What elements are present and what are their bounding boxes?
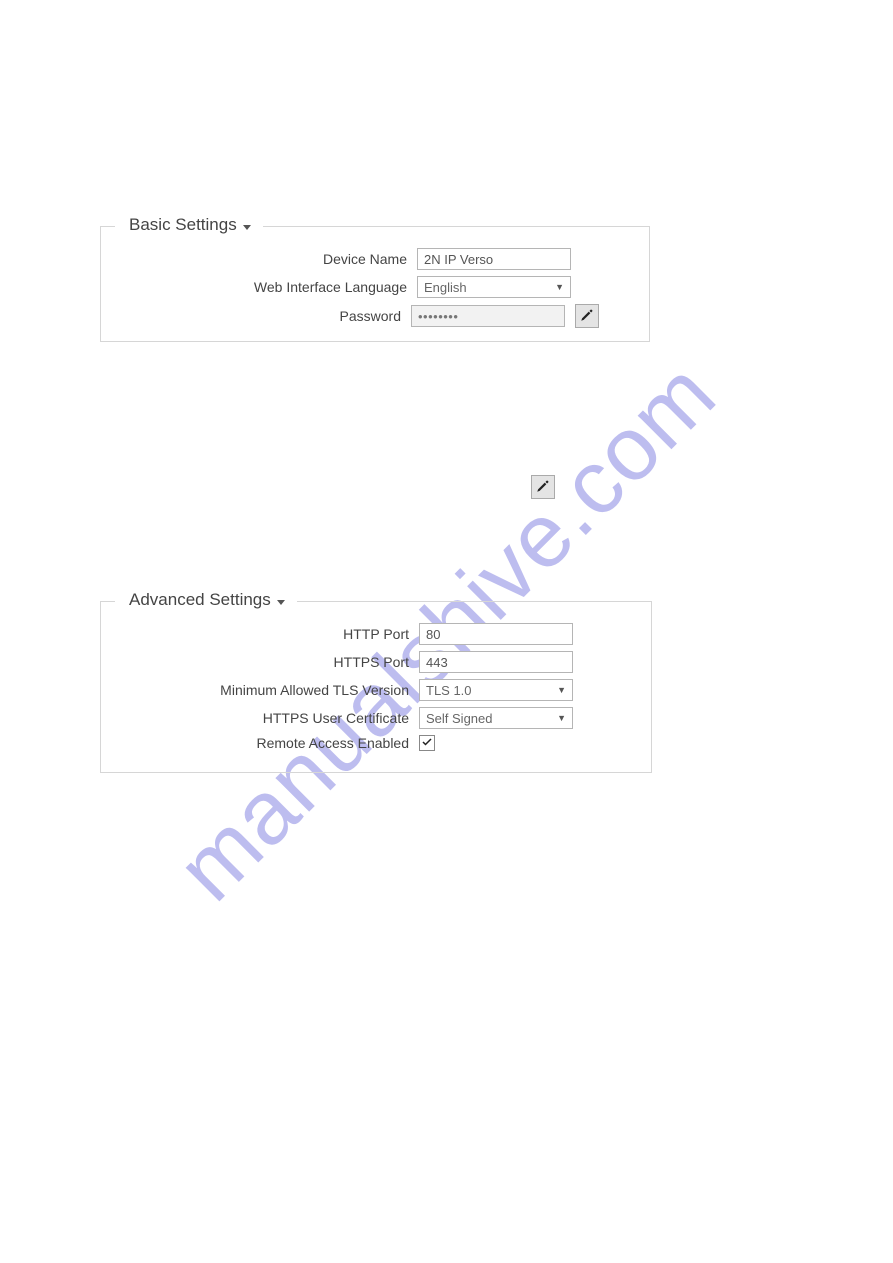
advanced-settings-group: Advanced Settings HTTP Port 80 HTTPS Por… xyxy=(100,601,652,773)
standalone-edit-button[interactable] xyxy=(531,475,555,499)
tls-version-select[interactable]: TLS 1.0 xyxy=(419,679,573,701)
remote-access-label: Remote Access Enabled xyxy=(256,735,409,751)
advanced-settings-legend[interactable]: Advanced Settings xyxy=(119,590,297,610)
chevron-down-icon xyxy=(243,220,253,230)
device-name-label: Device Name xyxy=(323,251,407,267)
password-label: Password xyxy=(340,308,401,324)
https-port-input[interactable]: 443 xyxy=(419,651,573,673)
password-input: •••••••• xyxy=(411,305,565,327)
https-cert-select[interactable]: Self Signed xyxy=(419,707,573,729)
basic-settings-title: Basic Settings xyxy=(129,215,237,235)
pencil-icon xyxy=(536,479,550,496)
basic-settings-group: Basic Settings Device Name 2N IP Verso W… xyxy=(100,226,650,342)
edit-password-button[interactable] xyxy=(575,304,599,328)
chevron-down-icon xyxy=(277,595,287,605)
tls-version-label: Minimum Allowed TLS Version xyxy=(220,682,409,698)
basic-settings-legend[interactable]: Basic Settings xyxy=(119,215,263,235)
remote-access-checkbox[interactable] xyxy=(419,735,435,751)
advanced-settings-title: Advanced Settings xyxy=(129,590,271,610)
https-port-label: HTTPS Port xyxy=(334,654,409,670)
pencil-icon xyxy=(580,308,594,325)
http-port-input[interactable]: 80 xyxy=(419,623,573,645)
http-port-label: HTTP Port xyxy=(343,626,409,642)
device-name-input[interactable]: 2N IP Verso xyxy=(417,248,571,270)
https-cert-label: HTTPS User Certificate xyxy=(263,710,409,726)
web-language-select[interactable]: English xyxy=(417,276,571,298)
check-icon xyxy=(421,735,433,751)
web-language-label: Web Interface Language xyxy=(254,279,407,295)
